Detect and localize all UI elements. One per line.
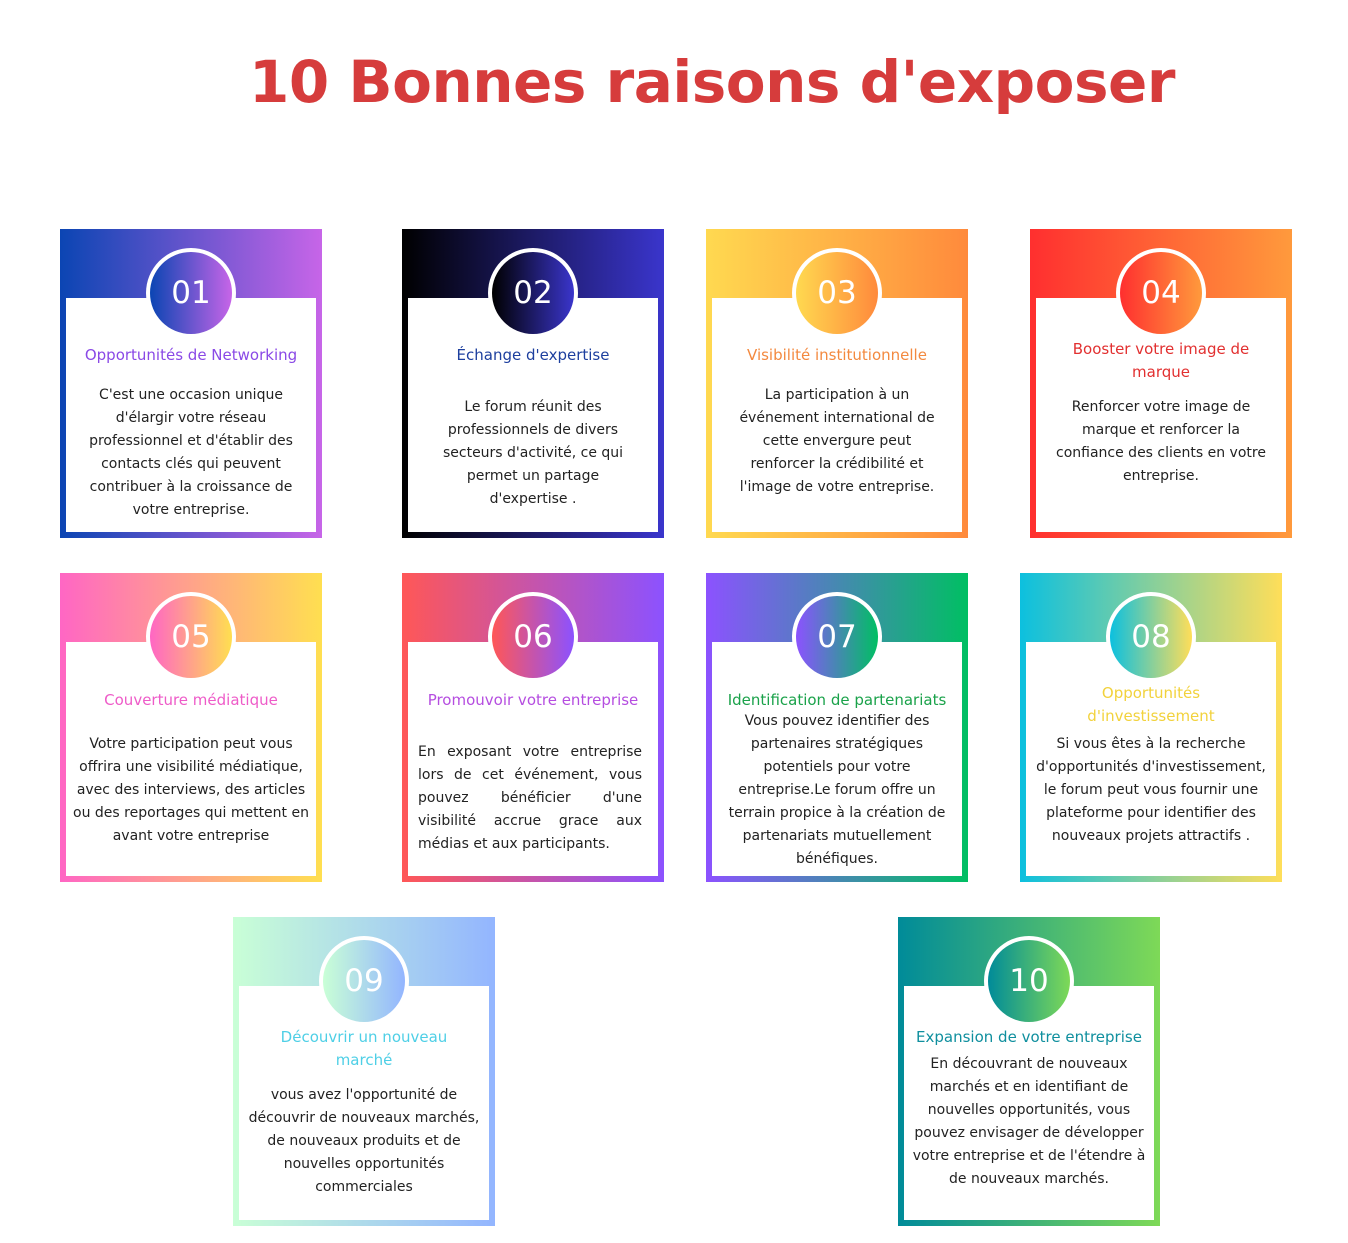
reason-card-01: 01 Opportunités de Networking C'est une …	[60, 229, 322, 538]
card-heading: Couverture médiatique	[104, 691, 278, 709]
card-heading: Visibilité institutionnelle	[747, 346, 927, 364]
number-badge: 10	[988, 940, 1070, 1022]
card-heading: Booster votre image de marque	[1072, 340, 1250, 381]
reason-card-04: 04 Booster votre image de marque Renforc…	[1030, 229, 1292, 538]
reason-card-09: 09 Découvrir un nouveau marché vous avez…	[233, 917, 495, 1226]
card-heading: Opportunités de Networking	[84, 346, 298, 364]
card-heading: Identification de partenariats	[727, 691, 947, 709]
number-badge: 04	[1120, 252, 1202, 334]
reason-card-03: 03 Visibilité institutionnelle La partic…	[706, 229, 968, 538]
number-badge: 02	[492, 252, 574, 334]
card-description: En découvrant de nouveaux marchés et en …	[912, 1056, 1146, 1187]
card-description: Votre participation peut vous offrira un…	[73, 736, 309, 844]
reason-card-02: 02 Échange d'expertise Le forum réunit d…	[402, 229, 664, 538]
reason-card-05: 05 Couverture médiatique Votre participa…	[60, 573, 322, 882]
card-description: vous avez l'opportunité de découvrir de …	[248, 1087, 480, 1195]
reason-card-06: 06 Promouvoir votre entreprise En exposa…	[402, 573, 664, 882]
card-description: La participation à un événement internat…	[739, 387, 935, 495]
page-title: 10 Bonnes raisons d'exposer	[249, 48, 1175, 116]
card-description: Le forum réunit des professionnels de di…	[442, 399, 624, 507]
card-heading: Expansion de votre entreprise	[916, 1028, 1142, 1046]
number-badge: 05	[150, 596, 232, 678]
number-badge: 03	[796, 252, 878, 334]
card-description: C'est une occasion unique d'élargir votr…	[89, 387, 293, 518]
card-description: Renforcer votre image de marque et renfo…	[1056, 399, 1266, 484]
number-badge: 08	[1110, 596, 1192, 678]
number-badge: 09	[323, 940, 405, 1022]
number-badge: 01	[150, 252, 232, 334]
number-badge: 06	[492, 596, 574, 678]
reason-card-10: 10 Expansion de votre entreprise En déco…	[898, 917, 1160, 1226]
card-heading: Échange d'expertise	[456, 346, 610, 364]
card-description: Vous pouvez identifier des partenaires s…	[728, 713, 946, 867]
card-description: En exposant votre entreprise lors de cet…	[418, 744, 642, 852]
card-heading: Promouvoir votre entreprise	[427, 691, 639, 709]
card-description: Si vous êtes à la recherche d'opportunit…	[1036, 736, 1266, 844]
reason-card-08: 08 Opportunités d'investissement Si vous…	[1020, 573, 1282, 882]
number-badge: 07	[796, 596, 878, 678]
card-heading: Découvrir un nouveau marché	[280, 1028, 448, 1069]
card-heading: Opportunités d'investissement	[1087, 684, 1215, 725]
reason-card-07: 07 Identification de partenariats Vous p…	[706, 573, 968, 882]
